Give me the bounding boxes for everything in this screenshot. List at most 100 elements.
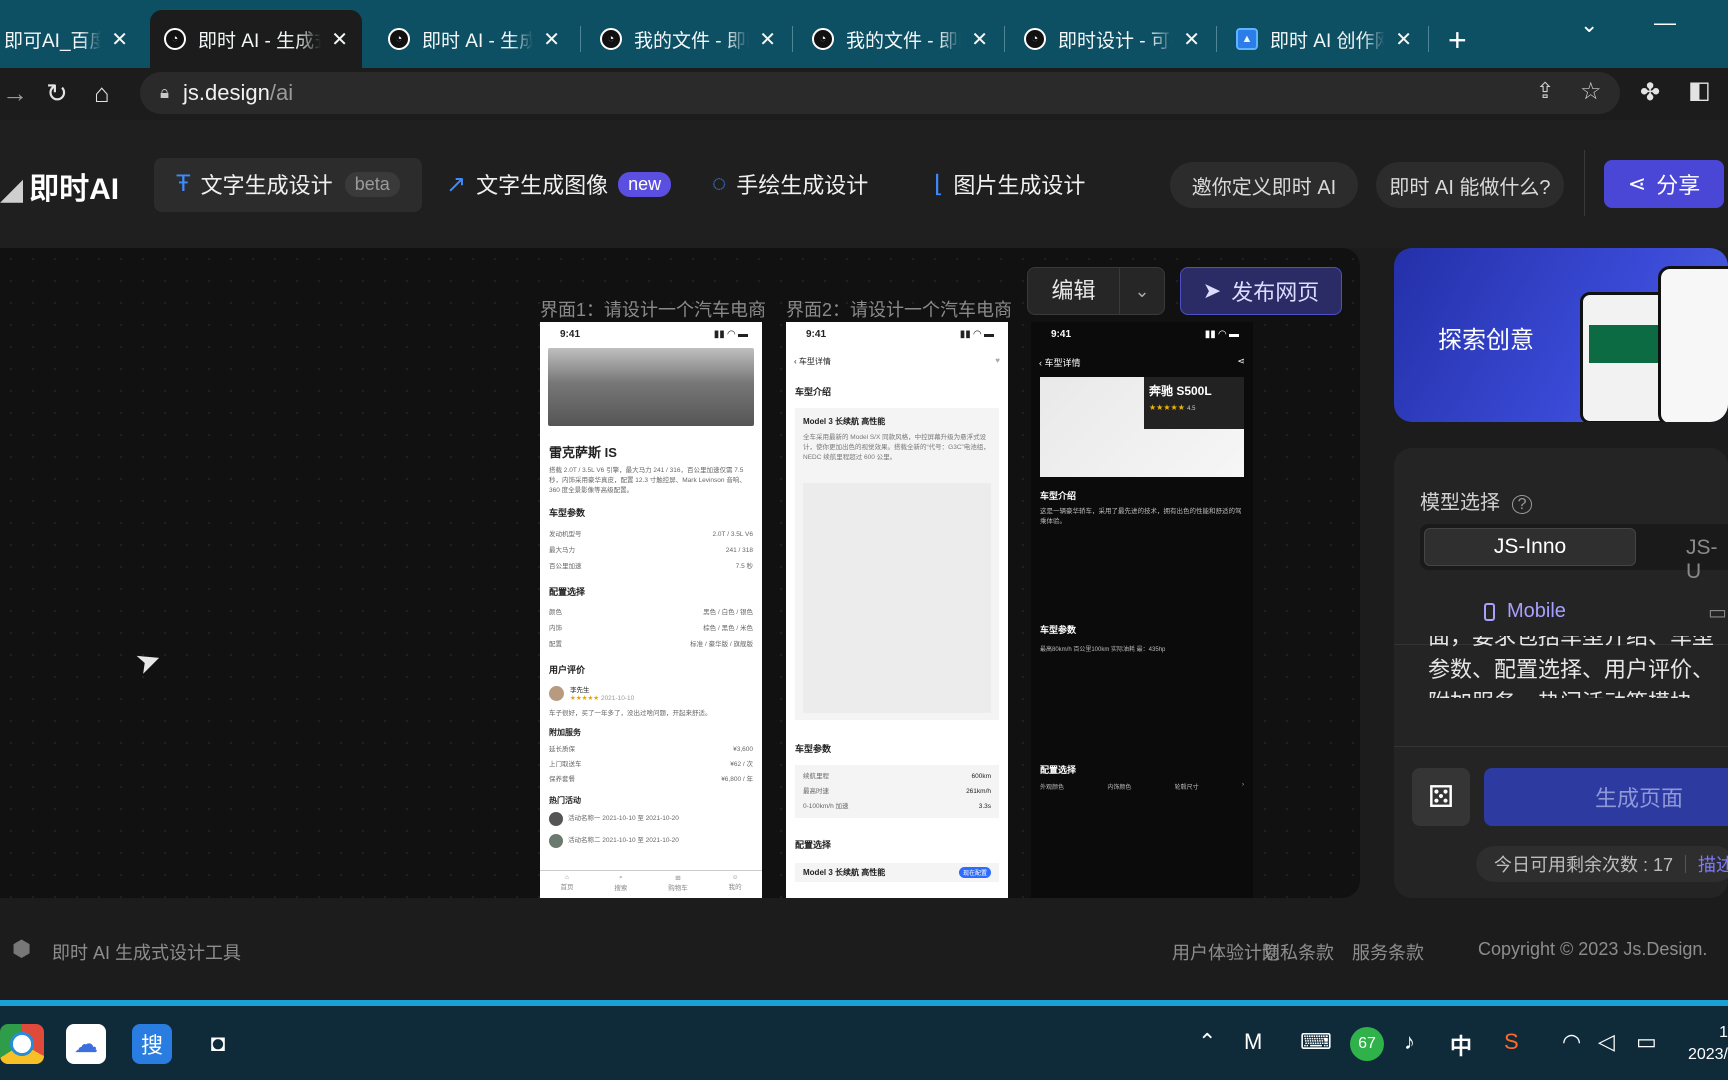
explore-banner[interactable]: 探索创意 xyxy=(1394,248,1728,422)
privacy-link[interactable]: 隐私条款 xyxy=(1262,939,1334,965)
banner-phone-mockup-front xyxy=(1658,266,1728,422)
nav-image-to-design[interactable]: ⌊ 图片生成设计 xyxy=(934,158,1085,210)
tab-7[interactable]: ▲ 即时 AI 创作网 ✕ xyxy=(1222,10,1426,68)
close-icon[interactable]: ✕ xyxy=(759,27,776,52)
forward-arrow-icon[interactable]: → xyxy=(2,80,28,106)
extensions-puzzle-icon[interactable]: ✤ xyxy=(1640,80,1660,106)
clock[interactable]: 1 2023/ xyxy=(1680,1022,1728,1066)
jsdesign-favicon-icon: ◔ xyxy=(388,28,410,50)
publish-label: 发布网页 xyxy=(1231,280,1320,305)
tab-3[interactable]: ◔ 即时 AI - 生成 ✕ xyxy=(374,10,574,68)
nav-sketch-to-design[interactable]: ◌ 手绘生成设计 xyxy=(712,158,868,210)
usage-counter: 今日可用剩余次数 : 17 描述 xyxy=(1476,846,1728,882)
ai-create-favicon-icon: ▲ xyxy=(1236,28,1258,50)
config-model: Model 3 长续航 高性能 xyxy=(803,868,886,877)
reviewer-name: 李先生 xyxy=(570,687,590,694)
desktop-device-icon[interactable]: ▭ xyxy=(1708,600,1727,625)
what-can-ai-do-button[interactable]: 即时 AI 能做什么? xyxy=(1376,162,1564,208)
config-now-badge[interactable]: 现在配置 xyxy=(958,867,991,878)
nav-label: 文字生成图像 xyxy=(476,173,609,198)
tab-title: 我的文件 - 即时 xyxy=(846,30,961,52)
generate-page-button[interactable]: 生成页面 xyxy=(1484,768,1728,826)
status-time: 9:41 xyxy=(560,329,581,340)
section-review: 用户评价 xyxy=(549,665,586,675)
model-option-js-inno[interactable]: JS-Inno xyxy=(1424,528,1636,566)
status-icons: ▮▮ ◠ ▬ xyxy=(959,329,994,340)
wifi-icon[interactable]: ◠ xyxy=(1562,1029,1581,1055)
mobile-device-icon xyxy=(1484,602,1495,621)
random-dice-icon[interactable]: ⚄ xyxy=(1412,768,1470,826)
sogou-ime-icon[interactable]: S xyxy=(1504,1029,1519,1055)
tab-label: 购物车 xyxy=(668,885,688,892)
close-icon[interactable]: ✕ xyxy=(331,27,348,52)
tab-2-active[interactable]: ◔ 即时 AI - 生成式 ✕ xyxy=(150,10,362,68)
tab-5[interactable]: ◔ 我的文件 - 即时 ✕ xyxy=(798,10,1002,68)
nav-text-to-image[interactable]: ↗ 文字生成图像 new xyxy=(446,158,672,210)
performance-badge[interactable]: 67 xyxy=(1350,1027,1384,1061)
home-icon[interactable]: ⌂ xyxy=(94,80,110,106)
microphone-icon[interactable]: ♪ xyxy=(1404,1029,1415,1055)
publish-webpage-button[interactable]: ➤ 发布网页 xyxy=(1180,267,1342,315)
tab-separator xyxy=(580,26,581,52)
screen-2-caption: 界面2：请设计一个汽车电商… xyxy=(786,300,1014,320)
addon-label: 保养套餐 xyxy=(549,776,575,783)
video-camera-icon[interactable]: ◘ xyxy=(198,1024,238,1064)
help-question-icon[interactable]: ? xyxy=(1511,495,1533,514)
baidu-netdisk-icon[interactable]: ☁ xyxy=(66,1024,106,1064)
section-params: 车型参数 xyxy=(1040,625,1077,635)
describe-link[interactable]: 描述 xyxy=(1698,851,1728,877)
edit-button[interactable]: 编辑 xyxy=(1028,268,1120,314)
clock-date: 2023/ xyxy=(1687,1046,1728,1063)
share-page-icon[interactable]: ⇪ xyxy=(1536,78,1554,104)
screen-3-preview[interactable]: 9:41 ▮▮ ◠ ▬ ‹ 车型详情 ⋖ 奔驰 S500L ★★★★★ 4.5 … xyxy=(1031,322,1253,898)
side-panel-icon[interactable]: ◧ xyxy=(1688,78,1711,104)
section-addon: 附加服务 xyxy=(549,728,581,737)
beta-badge: beta xyxy=(344,171,400,197)
tab-1[interactable]: 即可AI_百度搜 ✕ xyxy=(0,10,142,68)
tray-chevron-icon[interactable]: ⌃ xyxy=(1198,1029,1216,1055)
config-value: 标准 / 豪华版 / 旗舰版 xyxy=(690,641,753,648)
new-tab-plus-icon[interactable]: + xyxy=(1448,22,1467,59)
close-icon[interactable]: ✕ xyxy=(111,27,128,52)
share-button[interactable]: ⋖ 分享 xyxy=(1604,160,1724,208)
invite-button[interactable]: 邀你定义即时 AI xyxy=(1170,162,1358,208)
jsdesign-favicon-icon: ◔ xyxy=(164,28,186,50)
keyboard-icon[interactable]: ⌨ xyxy=(1300,1029,1332,1055)
image-design-icon: ⌊ xyxy=(934,170,944,198)
mail-icon[interactable]: M xyxy=(1244,1029,1262,1055)
nav-title: 车型详情 xyxy=(1044,358,1081,368)
battery-icon[interactable]: ▭ xyxy=(1636,1029,1657,1055)
terms-link[interactable]: 服务条款 xyxy=(1352,939,1424,965)
share-icon: ⋖ xyxy=(1627,171,1647,196)
chevron-down-icon[interactable]: ⌄ xyxy=(1120,281,1164,302)
addon-price: ¥3,600 xyxy=(733,746,753,753)
close-icon[interactable]: ✕ xyxy=(1183,27,1200,52)
minimize-icon[interactable]: — xyxy=(1654,10,1676,36)
close-icon[interactable]: ✕ xyxy=(543,27,560,52)
volume-icon[interactable]: ◁ xyxy=(1598,1029,1615,1055)
tab-4[interactable]: ◔ 我的文件 - 即时 ✕ xyxy=(586,10,790,68)
chrome-taskbar-icon[interactable] xyxy=(0,1024,44,1064)
tab-6[interactable]: ◔ 即时设计 - 可引 ✕ xyxy=(1010,10,1214,68)
address-bar[interactable]: 🔒︎ js.design/ai ⇪ ☆ xyxy=(140,72,1620,114)
tab-search-chevron-icon[interactable]: ⌄ xyxy=(1580,12,1598,38)
chart-line-icon: ↗ xyxy=(446,170,467,198)
close-icon[interactable]: ✕ xyxy=(971,27,988,52)
device-mobile-option[interactable]: Mobile xyxy=(1484,600,1566,623)
reload-icon[interactable]: ↻ xyxy=(46,80,68,106)
ime-indicator[interactable]: 中 xyxy=(1450,1029,1472,1061)
bookmark-star-icon[interactable]: ☆ xyxy=(1580,77,1602,106)
screen-2-preview[interactable]: 9:41 ▮▮ ◠ ▬ ‹ 车型详情 ♥ 车型介绍 Model 3 长续航 高性… xyxy=(786,322,1008,898)
search-app-icon[interactable]: 搜 xyxy=(132,1024,172,1064)
param-value: 241 / 318 xyxy=(725,547,753,554)
tab-title: 即可AI_百度搜 xyxy=(4,30,102,52)
nav-text-to-design[interactable]: Ŧ 文字生成设计 beta xyxy=(176,158,400,210)
prompt-textarea[interactable]: 面，要求包括车型介绍、车型参数、配置选择、用户评价、附加服务、热门活动等模块 xyxy=(1428,636,1728,698)
edit-dropdown[interactable]: 编辑 ⌄ xyxy=(1027,267,1165,315)
model-option-js-u[interactable]: JS-U xyxy=(1686,536,1728,584)
brand-logo[interactable]: ◢ 即时AI xyxy=(0,164,119,208)
addon-price: ¥62 / 次 xyxy=(730,761,753,768)
rating-stars-icon: ★★★★★ xyxy=(570,695,600,702)
close-icon[interactable]: ✕ xyxy=(1395,27,1412,52)
screen-1-preview[interactable]: 9:41 ▮▮ ◠ ▬ 雷克萨斯 IS 搭载 2.0T / 3.5L V6 引擎… xyxy=(540,322,762,898)
